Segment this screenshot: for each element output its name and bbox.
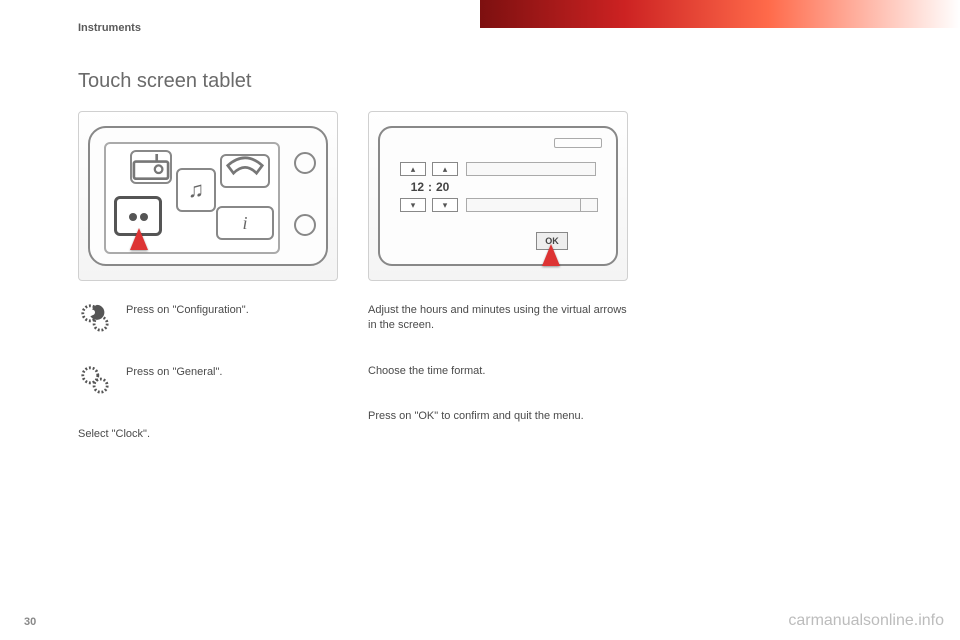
figure-clock-adjust: ▴ ▴ 12 : 20 ▾ ▾ OK (368, 111, 628, 281)
clock-display: 12 : 20 (400, 178, 460, 196)
device-top-slot (554, 138, 602, 148)
radio-icon (132, 154, 170, 181)
gear-icon (78, 301, 112, 335)
clock-hours: 12 (411, 180, 424, 194)
step-text: Press on "OK" to confirm and quit the me… (368, 407, 628, 424)
step-text: Adjust the hours and minutes using the v… (368, 301, 628, 334)
device-knob-top (294, 152, 316, 174)
gear-icon (78, 363, 112, 397)
steps-column-right: Adjust the hours and minutes using the v… (368, 301, 628, 442)
device-screen: ♫ i (104, 142, 280, 254)
header-section-label: Instruments (78, 22, 141, 34)
minute-up-button[interactable]: ▴ (432, 162, 458, 176)
tile-phone (220, 154, 270, 188)
header-red-gradient (480, 0, 960, 28)
format-field-2[interactable] (466, 198, 596, 212)
watermark: carmanualsonline.info (788, 612, 944, 630)
tile-media: ♫ (176, 168, 216, 212)
device-knob-bottom (294, 214, 316, 236)
step-press-ok: Press on "OK" to confirm and quit the me… (368, 407, 628, 424)
tile-information: i (216, 206, 274, 240)
hour-up-button[interactable]: ▴ (400, 162, 426, 176)
page-header-bar: Instruments (0, 0, 960, 36)
device-outline: ▴ ▴ 12 : 20 ▾ ▾ OK (378, 126, 618, 266)
steps-column-left: Press on "Configuration". Press on "Gene… (78, 301, 338, 442)
step-text: Select "Clock". (78, 425, 338, 442)
figure-touch-tablet-menu: ♫ i (78, 111, 338, 281)
step-text: Press on "General". (126, 363, 338, 397)
tile-radio (130, 150, 172, 184)
red-cursor-icon (130, 228, 148, 250)
step-select-clock: Select "Clock". (78, 425, 338, 442)
config-dots-icon (129, 208, 148, 224)
clock-minutes: 20 (436, 180, 449, 194)
page-content: Touch screen tablet ♫ i (78, 70, 898, 442)
header-left-block: Instruments (0, 0, 480, 36)
step-choose-time-format: Choose the time format. (368, 362, 628, 379)
step-adjust-hours-minutes: Adjust the hours and minutes using the v… (368, 301, 628, 334)
steps-grid: Press on "Configuration". Press on "Gene… (78, 301, 898, 442)
step-text: Press on "Configuration". (126, 301, 338, 335)
phone-icon (222, 154, 268, 189)
minute-down-button[interactable]: ▾ (432, 198, 458, 212)
hour-down-button[interactable]: ▾ (400, 198, 426, 212)
device-outline: ♫ i (88, 126, 328, 266)
step-press-general: Press on "General". (78, 363, 338, 397)
figures-row: ♫ i ▴ ▴ 12 : 20 (78, 111, 898, 281)
section-title: Touch screen tablet (78, 70, 898, 93)
format-field-1[interactable] (466, 162, 596, 176)
clock-colon: : (428, 180, 432, 194)
red-cursor-icon (542, 244, 560, 266)
format-field-2b[interactable] (580, 198, 598, 212)
step-press-configuration: Press on "Configuration". (78, 301, 338, 335)
page-number: 30 (24, 616, 36, 628)
step-text: Choose the time format. (368, 362, 628, 379)
